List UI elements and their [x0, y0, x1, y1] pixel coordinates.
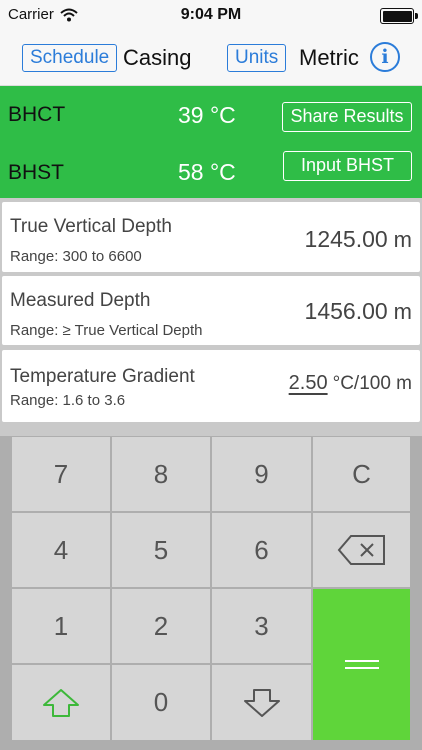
share-results-button[interactable]: Share Results: [282, 102, 412, 132]
field-unit: m: [393, 227, 412, 252]
field-value: 2.50 °C/100 m: [289, 372, 412, 395]
top-nav: Schedule Casing Units Metric i: [0, 32, 422, 86]
next-field-key[interactable]: [212, 665, 311, 740]
schedule-value: Casing: [123, 45, 192, 70]
backspace-key[interactable]: [313, 513, 410, 587]
battery-icon: [380, 8, 418, 24]
key-1[interactable]: 1: [12, 589, 110, 663]
results-panel: BHCT 39 °C Share Results BHST 58 °C Inpu…: [0, 86, 422, 198]
field-range: Range: 300 to 6600: [10, 248, 142, 265]
numeric-keypad: 7 8 9 C 4 5 6 1 2 3 0: [0, 436, 422, 750]
field-name: Measured Depth: [10, 290, 151, 311]
field-name: Temperature Gradient: [10, 366, 195, 387]
key-3[interactable]: 3: [212, 589, 311, 663]
units-button[interactable]: Units: [227, 44, 287, 72]
field-range: Range: 1.6 to 3.6: [10, 392, 126, 409]
equals-icon: [344, 660, 379, 669]
bhst-label: BHST: [8, 161, 65, 184]
key-5[interactable]: 5: [112, 513, 210, 587]
key-8[interactable]: 8: [112, 437, 210, 511]
key-0[interactable]: 0: [112, 665, 210, 740]
arrow-down-icon: [243, 688, 280, 717]
field-unit: m: [393, 299, 412, 324]
info-icon[interactable]: i: [370, 42, 400, 72]
bhct-label: BHCT: [8, 103, 66, 126]
temperature-gradient-field[interactable]: Temperature Gradient Range: 1.6 to 3.6 2…: [2, 350, 420, 422]
key-2[interactable]: 2: [112, 589, 210, 663]
input-bhst-button[interactable]: Input BHST: [283, 151, 412, 181]
measured-depth-field[interactable]: Measured Depth Range: ≥ True Vertical De…: [2, 276, 420, 345]
field-number: 2.50: [288, 372, 328, 394]
key-7[interactable]: 7: [12, 437, 110, 511]
key-4[interactable]: 4: [12, 513, 110, 587]
field-number: 1456.00: [304, 298, 388, 324]
previous-field-key[interactable]: [12, 665, 110, 740]
bhst-value: 58 °C: [178, 159, 236, 185]
field-range: Range: ≥ True Vertical Depth: [10, 322, 203, 339]
field-value: 1245.00 m: [305, 226, 412, 253]
field-unit: °C/100 m: [332, 373, 412, 394]
status-bar: Carrier 9:04 PM: [0, 0, 422, 32]
key-9[interactable]: 9: [212, 437, 311, 511]
field-name: True Vertical Depth: [10, 216, 172, 237]
enter-key[interactable]: [313, 589, 410, 740]
true-vertical-depth-field[interactable]: True Vertical Depth Range: 300 to 6600 1…: [2, 202, 420, 272]
status-time: 9:04 PM: [180, 6, 242, 23]
field-number: 1245.00: [304, 226, 388, 252]
bhct-value: 39 °C: [178, 102, 236, 128]
key-6[interactable]: 6: [212, 513, 311, 587]
field-value: 1456.00 m: [305, 298, 412, 325]
schedule-button[interactable]: Schedule: [22, 44, 118, 72]
clear-key[interactable]: C: [313, 437, 410, 511]
backspace-icon: [337, 535, 385, 565]
arrow-up-icon: [43, 688, 79, 717]
units-value: Metric: [299, 45, 359, 70]
